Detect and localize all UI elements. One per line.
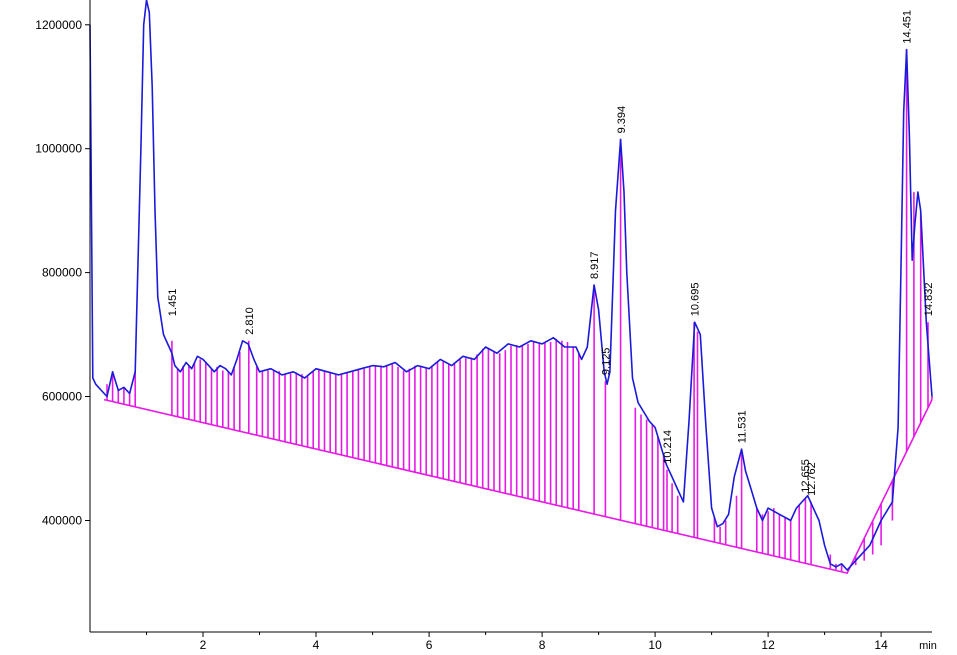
peak-label: 8.917 — [589, 251, 601, 279]
x-tick-label: 10 — [648, 638, 662, 650]
x-tick-label: 2 — [200, 638, 207, 650]
x-tick-label: 12 — [761, 638, 775, 650]
peak-label: 9.394 — [616, 106, 628, 134]
x-tick-label: 4 — [313, 638, 320, 650]
peak-label: 12.762 — [806, 462, 818, 496]
x-tick-label: 14 — [874, 638, 888, 650]
chart-svg: 400000 600000 800000 1000000 1200000 2 4 6 8 10 12… — [35, 0, 937, 652]
peak-label: 9.125 — [601, 348, 613, 376]
peak-label: 2.810 — [244, 307, 256, 335]
x-axis-label: min — [919, 640, 937, 650]
peak-label: 14.451 — [902, 10, 914, 44]
y-tick-label: 800000 — [42, 266, 82, 280]
peak-label: 10.214 — [662, 430, 674, 464]
peak-label: 14.832 — [923, 283, 935, 317]
x-tick-label: 6 — [426, 638, 433, 650]
y-tick-label: 600000 — [42, 390, 82, 404]
x-tick-label: 8 — [539, 638, 546, 650]
y-tick-label: 1000000 — [35, 142, 82, 156]
peak-label: 10.695 — [689, 283, 701, 317]
chromatogram-chart: 400000 600000 800000 1000000 1200000 2 4 6 8 10 12… — [0, 0, 957, 652]
y-tick-label: 400000 — [42, 514, 82, 528]
peak-label: 11.531 — [737, 410, 749, 443]
peak-label: 1.451 — [167, 289, 179, 317]
axes-layer: 400000 600000 800000 1000000 1200000 2 4 6 8 10 12… — [35, 0, 937, 652]
y-tick-label: 1200000 — [35, 18, 82, 32]
